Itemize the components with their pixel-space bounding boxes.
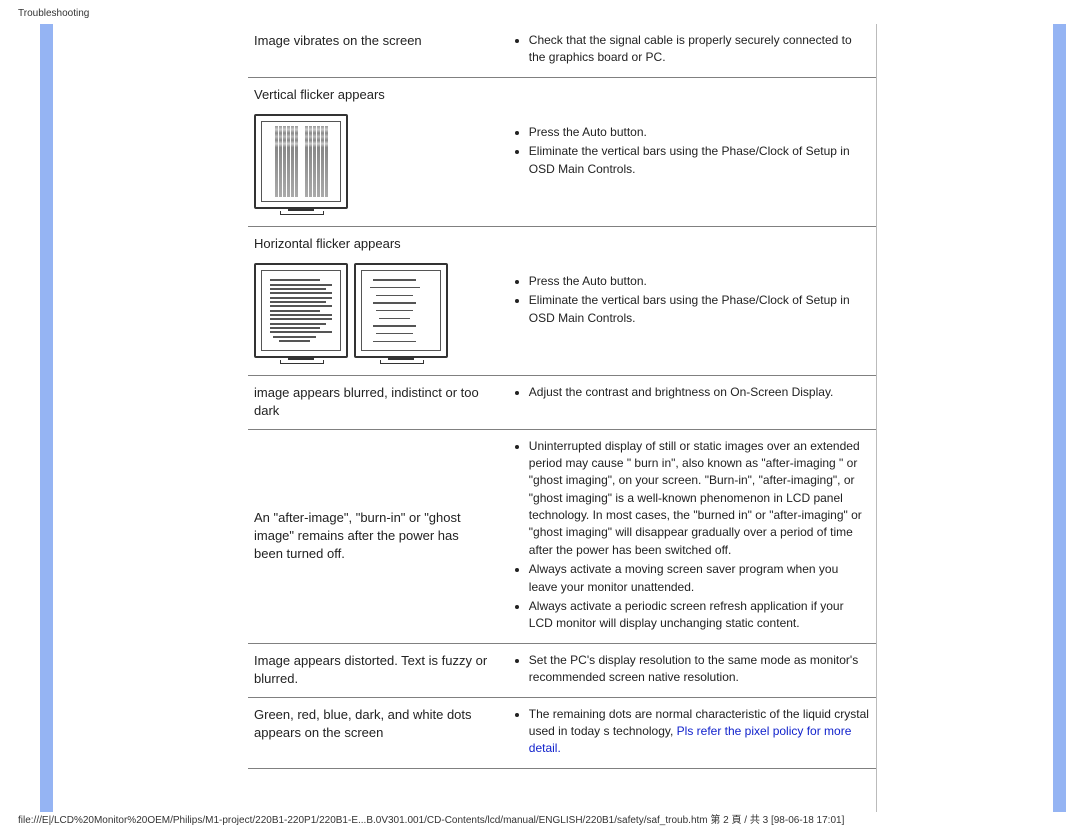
troubleshooting-table-wrapper: Image vibrates on the screen Check that … xyxy=(248,24,876,769)
solution-list: Press the Auto button. Eliminate the ver… xyxy=(503,273,870,327)
page-header-title: Troubleshooting xyxy=(18,8,89,19)
solution-item: Press the Auto button. xyxy=(529,124,870,141)
problem-text: image appears blurred, indistinct or too… xyxy=(254,384,491,420)
solution-item: Uninterrupted display of still or static… xyxy=(529,438,870,560)
problem-text: An "after-image", "burn-in" or "ghost im… xyxy=(254,509,491,564)
solution-list: The remaining dots are normal characteri… xyxy=(503,706,870,758)
problem-text: Green, red, blue, dark, and white dots a… xyxy=(254,706,491,742)
solution-item: Eliminate the vertical bars using the Ph… xyxy=(529,143,870,178)
problem-text: Image appears distorted. Text is fuzzy o… xyxy=(254,652,491,688)
page-footer-text: file:///E|/LCD%20Monitor%20OEM/Philips/M… xyxy=(18,811,844,826)
blue-divider-left xyxy=(40,24,53,812)
solution-item: Adjust the contrast and brightness on On… xyxy=(529,384,870,401)
solution-list: Uninterrupted display of still or static… xyxy=(503,438,870,633)
table-row: Vertical flicker appears xyxy=(248,77,876,226)
solution-item: Eliminate the vertical bars using the Ph… xyxy=(529,292,870,327)
blue-divider-right xyxy=(1053,24,1066,812)
solution-item: Always activate a periodic screen refres… xyxy=(529,598,870,633)
solution-item: Set the PC's display resolution to the s… xyxy=(529,652,870,687)
solution-list: Adjust the contrast and brightness on On… xyxy=(503,384,870,401)
troubleshooting-table: Image vibrates on the screen Check that … xyxy=(248,24,876,769)
table-row: Image appears distorted. Text is fuzzy o… xyxy=(248,643,876,697)
solution-item: Always activate a moving screen saver pr… xyxy=(529,561,870,596)
horizontal-flicker-diagram xyxy=(254,263,491,367)
problem-text: Vertical flicker appears xyxy=(254,86,491,104)
solution-list: Check that the signal cable is properly … xyxy=(503,32,870,67)
solution-list: Press the Auto button. Eliminate the ver… xyxy=(503,124,870,178)
solution-item: Press the Auto button. xyxy=(529,273,870,290)
solution-item: The remaining dots are normal characteri… xyxy=(529,706,870,758)
problem-text: Image vibrates on the screen xyxy=(254,32,491,50)
table-row: image appears blurred, indistinct or too… xyxy=(248,376,876,429)
vertical-flicker-diagram xyxy=(254,114,491,218)
table-row: Image vibrates on the screen Check that … xyxy=(248,24,876,77)
solution-list: Set the PC's display resolution to the s… xyxy=(503,652,870,687)
problem-text: Horizontal flicker appears xyxy=(254,235,491,253)
table-row: Green, red, blue, dark, and white dots a… xyxy=(248,697,876,768)
table-row: Horizontal flicker appears xyxy=(248,226,876,375)
content-right-border xyxy=(876,24,877,812)
table-row: An "after-image", "burn-in" or "ghost im… xyxy=(248,429,876,643)
solution-item: Check that the signal cable is properly … xyxy=(529,32,870,67)
